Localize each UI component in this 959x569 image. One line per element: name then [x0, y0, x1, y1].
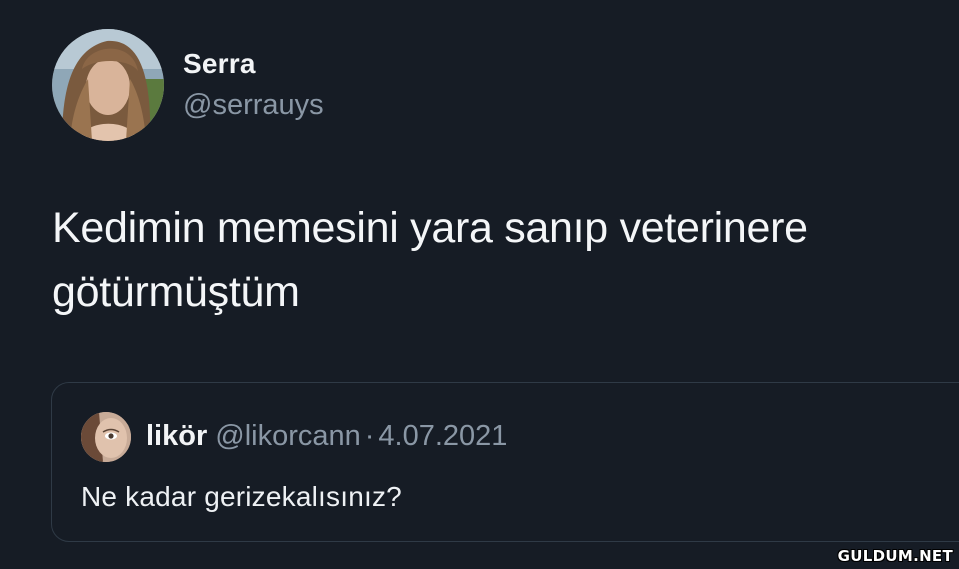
quoted-tweet-text: Ne kadar gerizekalısınız? [81, 481, 402, 512]
quoted-author-handle[interactable]: @likorcann [215, 420, 361, 452]
quoted-author-name[interactable]: likör [146, 420, 207, 452]
author-name[interactable]: Serra [183, 48, 256, 80]
tweet-text: Kedimin memesini yara sanıp veterinere g… [52, 204, 808, 316]
tweet-card: Serra @serrauys Kedimin memesini yara sa… [0, 0, 959, 569]
author-avatar[interactable] [52, 29, 164, 141]
quoted-tweet-header: likör @likorcann · 4.07.2021 [146, 420, 507, 453]
meta-separator: · [364, 420, 375, 452]
quoted-author-avatar[interactable] [81, 412, 131, 462]
quoted-tweet[interactable]: likör @likorcann · 4.07.2021 Ne kadar geriz… [51, 382, 959, 542]
author-handle[interactable]: @serrauys [183, 89, 324, 122]
site-watermark: GULDUM.NET [837, 547, 953, 565]
quoted-avatar-photo-icon [81, 412, 131, 462]
avatar-photo-icon [52, 29, 164, 141]
quoted-tweet-date[interactable]: 4.07.2021 [378, 420, 507, 452]
